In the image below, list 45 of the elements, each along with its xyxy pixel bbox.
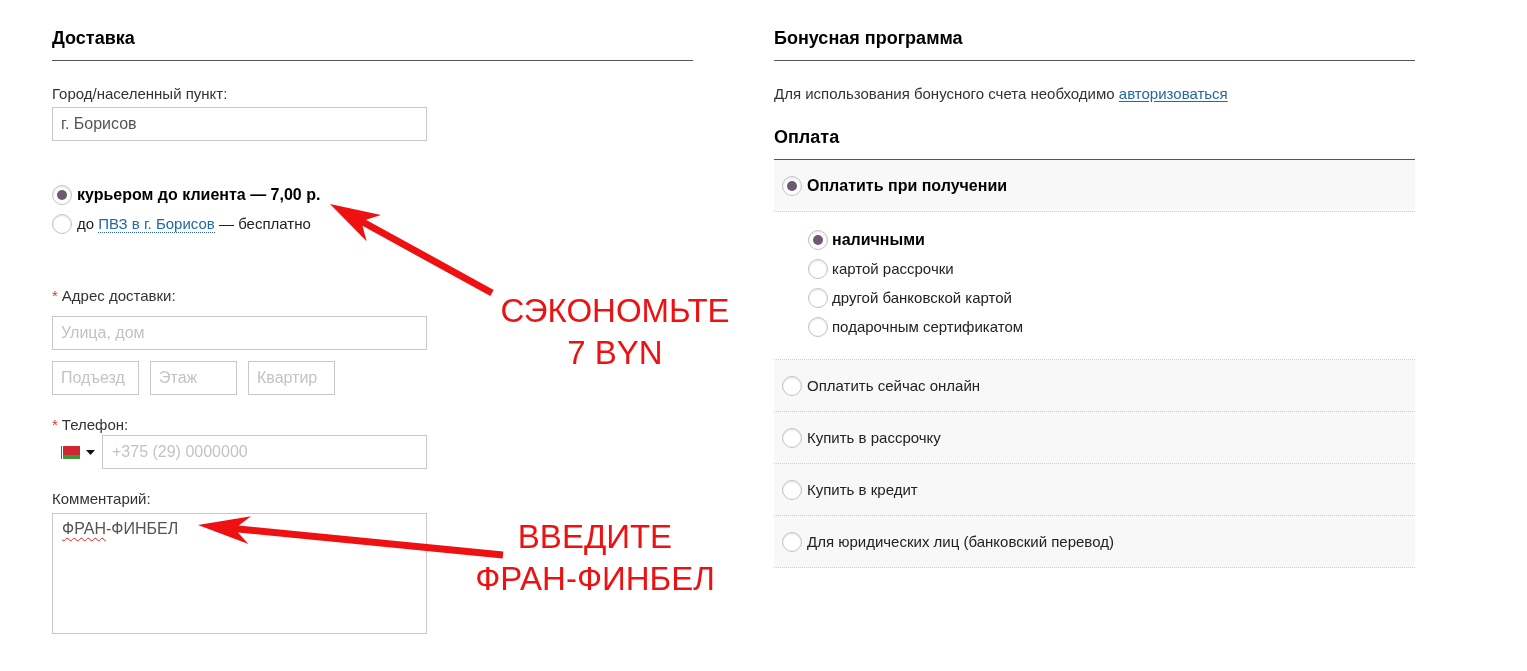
radio-button[interactable] (808, 229, 828, 250)
radio-button[interactable] (808, 287, 828, 308)
payment-method-label: подарочным сертификатом (832, 316, 1024, 337)
radio-button[interactable] (782, 531, 802, 552)
section-title: Оплата (774, 126, 841, 149)
delivery-option-label: курьером до клиента — 7,00 р. (77, 184, 321, 205)
payment-option-label: Оплатить сейчас онлайн (807, 375, 981, 396)
radio-button[interactable] (782, 427, 802, 448)
comment-field[interactable]: ФРАН-ФИНБЕЛ (52, 513, 427, 634)
section-title: Доставка (52, 27, 136, 50)
address-detail-field[interactable]: Этаж (150, 361, 237, 395)
payment-method-label: наличными (832, 229, 925, 250)
address-detail-field[interactable]: Подъезд (52, 361, 139, 395)
login-link[interactable]: авторизоваться (1118, 85, 1228, 102)
payment-option-label: Купить в рассрочку (807, 427, 941, 448)
street-field[interactable]: Улица, дом (52, 316, 427, 350)
field-label: Адрес доставки: (61, 286, 176, 306)
payment-method-label: картой рассрочки (832, 258, 954, 279)
radio-button[interactable] (782, 375, 802, 396)
payment-method-label: другой банковской картой (832, 287, 1012, 308)
annotation-text: ВВЕДИТЕ ФРАН-ФИНБЕЛ (474, 517, 716, 599)
delivery-option-label: до ПВЗ в г. Борисов — бесплатно (77, 213, 311, 234)
address-detail-field[interactable]: Квартир (248, 361, 335, 395)
payment-option-label: Для юридических лиц (банковский перевод) (807, 531, 1114, 552)
payment-option-label: Оплатить при получении (807, 175, 1008, 196)
radio-button[interactable] (782, 175, 802, 196)
radio-button[interactable] (808, 316, 828, 337)
required-mark: * (52, 286, 58, 306)
radio-button[interactable] (782, 479, 802, 500)
field-label: Город/населенный пункт: (52, 84, 228, 104)
city-field[interactable]: г. Борисов (52, 107, 427, 141)
pickup-point-link[interactable]: ПВЗ в г. Борисов (98, 214, 215, 233)
radio-button[interactable] (52, 184, 72, 205)
radio-button[interactable] (808, 258, 828, 279)
field-label: Комментарий: (52, 489, 151, 509)
annotation-text: СЭКОНОМЬТЕ 7 BYN (499, 291, 731, 373)
flag-icon (60, 445, 80, 459)
field-label: Телефон: (61, 415, 129, 435)
phone-field[interactable]: +375 (29) 0000000 (102, 435, 427, 469)
payment-option-label: Купить в кредит (807, 479, 918, 500)
section-title: Бонусная программа (774, 27, 964, 50)
bonus-text: Для использования бонусного счета необходимо авторизоваться (774, 84, 1229, 104)
radio-button[interactable] (52, 213, 72, 234)
caret-icon (86, 449, 95, 455)
required-mark: * (52, 415, 58, 435)
